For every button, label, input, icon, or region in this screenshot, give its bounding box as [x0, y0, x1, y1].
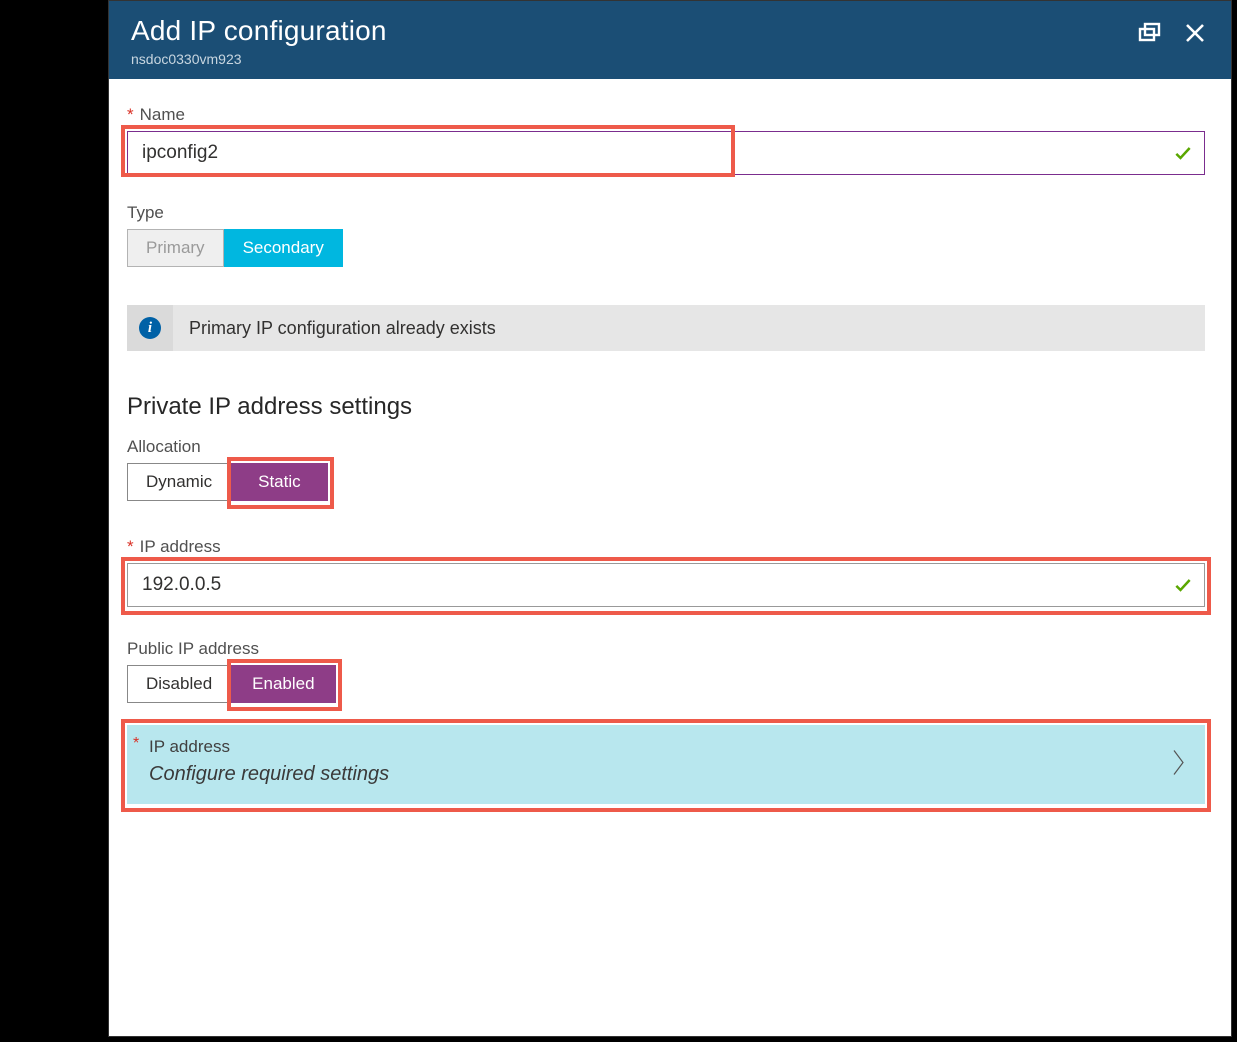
allocation-label: Allocation	[127, 437, 1205, 457]
config-panel: Add IP configuration nsdoc0330vm923 * Nam…	[108, 0, 1232, 1037]
type-toggle: Primary Secondary	[127, 229, 1205, 267]
name-label: Name	[140, 105, 185, 124]
info-text: Primary IP configuration already exists	[189, 318, 496, 339]
panel-header: Add IP configuration nsdoc0330vm923	[109, 1, 1231, 79]
name-input[interactable]	[127, 131, 1205, 175]
private-section-title: Private IP address settings	[127, 393, 1205, 421]
type-secondary-button[interactable]: Secondary	[224, 229, 343, 267]
required-marker: *	[127, 537, 134, 556]
panel-subtitle: nsdoc0330vm923	[131, 51, 1135, 67]
info-banner: i Primary IP configuration already exist…	[127, 305, 1205, 351]
info-icon: i	[139, 317, 161, 339]
public-enabled-button[interactable]: Enabled	[231, 665, 335, 703]
close-icon[interactable]	[1181, 19, 1209, 47]
valid-check-icon	[1173, 143, 1193, 163]
ip-address-field: * IP address	[127, 537, 1205, 607]
chevron-right-icon	[1171, 746, 1187, 783]
type-label: Type	[127, 203, 164, 222]
required-marker: *	[133, 735, 139, 753]
picker-label: IP address	[149, 737, 1187, 757]
ip-address-picker[interactable]: * IP address Configure required settings	[127, 725, 1205, 804]
public-toggle: Disabled Enabled	[127, 665, 1205, 703]
type-field: Type Primary Secondary	[127, 203, 1205, 267]
allocation-dynamic-button[interactable]: Dynamic	[127, 463, 231, 501]
public-ip-field: Public IP address Disabled Enabled	[127, 639, 1205, 703]
name-field: * Name	[127, 105, 1205, 175]
restore-icon[interactable]	[1135, 19, 1163, 47]
allocation-static-button[interactable]: Static	[231, 463, 328, 501]
required-marker: *	[127, 105, 134, 124]
panel-title: Add IP configuration	[131, 15, 1135, 47]
public-disabled-button[interactable]: Disabled	[127, 665, 231, 703]
ip-input[interactable]	[127, 563, 1205, 607]
picker-placeholder: Configure required settings	[149, 763, 1187, 786]
type-primary-button: Primary	[127, 229, 224, 267]
allocation-toggle: Dynamic Static	[127, 463, 1205, 501]
ip-label: IP address	[140, 537, 221, 556]
public-label: Public IP address	[127, 639, 1205, 659]
allocation-field: Allocation Dynamic Static	[127, 437, 1205, 501]
valid-check-icon	[1173, 575, 1193, 595]
